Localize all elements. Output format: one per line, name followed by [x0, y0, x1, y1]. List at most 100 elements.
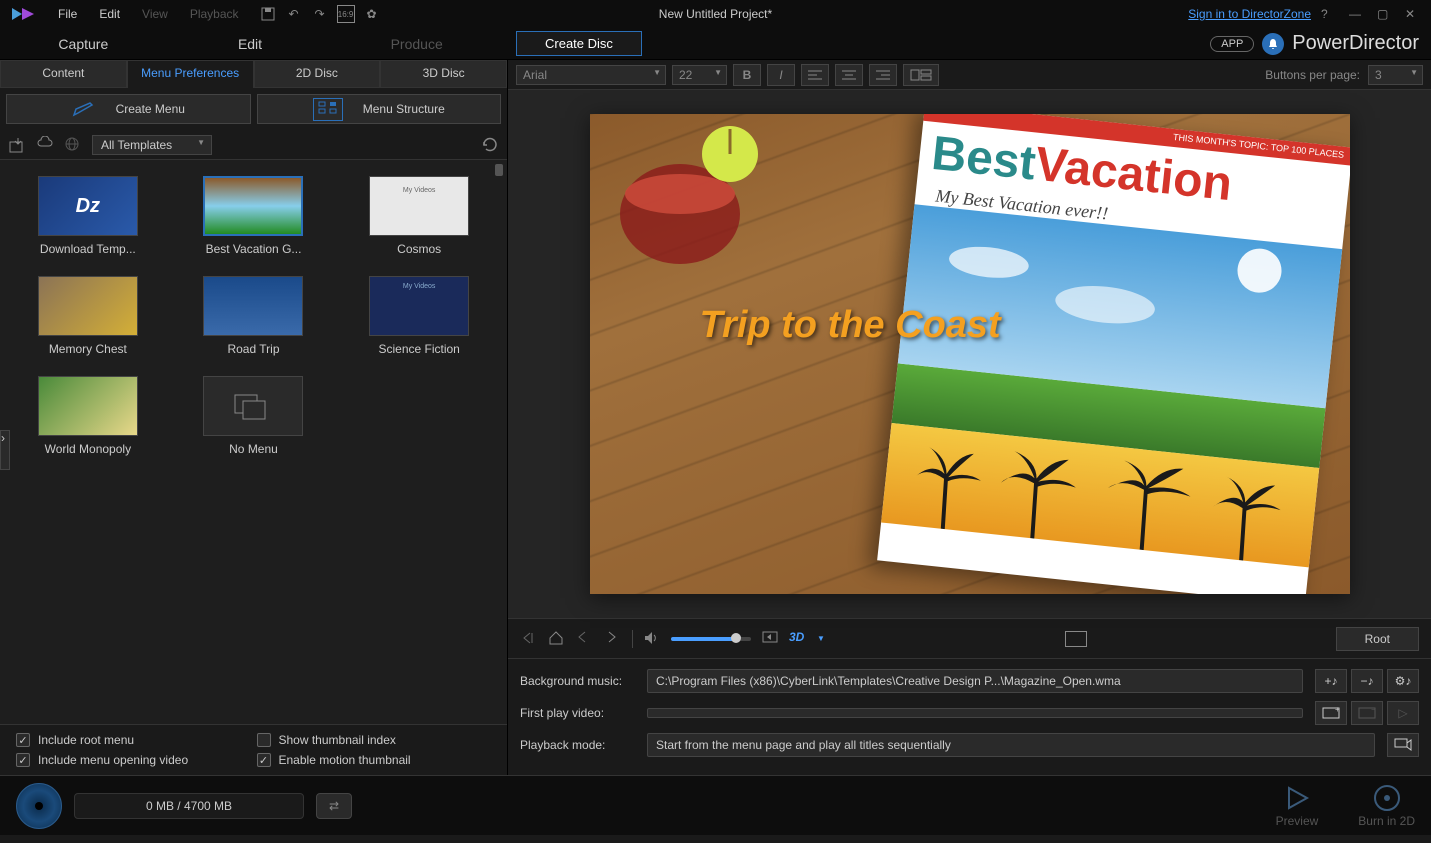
preview-canvas[interactable]: THIS MONTH'S TOPIC: TOP 100 PLACES BestV… [590, 114, 1350, 594]
template-label: Science Fiction [351, 342, 487, 356]
menu-structure-button[interactable]: Menu Structure [257, 94, 502, 124]
font-size-dropdown[interactable]: 22 [672, 65, 727, 85]
preview-title-text[interactable]: Trip to the Coast [700, 304, 1001, 347]
refresh-icon[interactable] [481, 136, 499, 154]
undo-icon[interactable]: ↶ [285, 5, 303, 23]
mode-row: Capture Edit Produce Create Disc APP Pow… [0, 28, 1431, 60]
play-icon [1283, 784, 1311, 812]
checkbox-motion-thumb[interactable] [257, 753, 271, 767]
signin-link[interactable]: Sign in to DirectorZone [1188, 7, 1311, 21]
template-item-roadtrip[interactable]: Road Trip [186, 276, 322, 356]
bold-button[interactable]: B [733, 64, 761, 86]
italic-button[interactable]: I [767, 64, 795, 86]
template-item-scifi[interactable]: My VideosScience Fiction [351, 276, 487, 356]
playback-mode-input[interactable]: Start from the menu page and play all ti… [647, 733, 1375, 757]
svg-text:+: + [1335, 707, 1340, 714]
template-item-vacation[interactable]: Best Vacation G... [186, 176, 322, 256]
menu-playback: Playback [180, 3, 249, 25]
cloud-icon[interactable] [36, 136, 54, 154]
save-icon[interactable] [259, 5, 277, 23]
disc-size-progress: 0 MB / 4700 MB [74, 793, 304, 819]
create-menu-button[interactable]: Create Menu [6, 94, 251, 124]
brand-name: PowerDirector [1292, 32, 1419, 55]
burn-disc-icon [1373, 784, 1401, 812]
playback-mode-button[interactable] [1387, 733, 1419, 757]
preview-area: THIS MONTH'S TOPIC: TOP 100 PLACES BestV… [508, 90, 1431, 618]
root-button[interactable]: Root [1336, 627, 1419, 651]
nav-back-icon[interactable] [520, 630, 538, 648]
menu-file[interactable]: File [48, 3, 87, 25]
swap-button[interactable]: ⇄ [316, 793, 352, 819]
checkbox-root-menu[interactable] [16, 733, 30, 747]
template-label: Memory Chest [20, 342, 156, 356]
music-settings-button[interactable]: ⚙♪ [1387, 669, 1419, 693]
minimize-icon[interactable]: — [1349, 7, 1367, 21]
prev-icon[interactable] [576, 630, 594, 648]
menu-edit[interactable]: Edit [89, 3, 130, 25]
template-item-monopoly[interactable]: World Monopoly [20, 376, 156, 456]
checkbox-opening-video[interactable] [16, 753, 30, 767]
align-center-button[interactable] [835, 64, 863, 86]
template-filter-dropdown[interactable]: All Templates [92, 135, 212, 155]
settings-gear-icon[interactable]: ✿ [363, 5, 381, 23]
sub-tab-3d-disc[interactable]: 3D Disc [380, 60, 507, 88]
pencil-icon [72, 101, 96, 117]
3d-toggle-icon[interactable]: 3D [789, 630, 807, 648]
notification-bell-icon[interactable] [1262, 33, 1284, 55]
loop-icon[interactable] [761, 630, 779, 648]
close-icon[interactable]: ✕ [1405, 7, 1423, 21]
mode-tab-capture[interactable]: Capture [0, 30, 167, 58]
align-right-button[interactable] [869, 64, 897, 86]
align-left-button[interactable] [801, 64, 829, 86]
disc-icon[interactable] [16, 783, 62, 829]
home-icon[interactable] [548, 630, 566, 648]
template-item-nomenu[interactable]: No Menu [186, 376, 322, 456]
redo-icon[interactable]: ↷ [311, 5, 329, 23]
buttons-per-page-dropdown[interactable]: 3 [1368, 65, 1423, 85]
aspect-ratio-icon[interactable]: 16:9 [337, 5, 355, 23]
playback-mode-label: Playback mode: [520, 738, 635, 752]
template-item-dz[interactable]: DzDownload Temp... [20, 176, 156, 256]
structure-icon [313, 98, 343, 121]
label-opening-video: Include menu opening video [38, 753, 188, 767]
display-mode-icon[interactable] [1065, 631, 1087, 647]
mode-tab-produce: Produce [333, 30, 500, 58]
next-icon[interactable] [604, 630, 622, 648]
checkbox-thumb-index[interactable] [257, 733, 271, 747]
scrollbar[interactable] [495, 160, 505, 724]
create-disc-button[interactable]: Create Disc [516, 31, 642, 56]
first-play-input[interactable] [647, 708, 1303, 718]
drink-glass-graphic [610, 124, 770, 284]
label-motion-thumb: Enable motion thumbnail [279, 753, 411, 767]
bg-music-input[interactable]: C:\Program Files (x86)\CyberLink\Templat… [647, 669, 1303, 693]
sub-tab-2d-disc[interactable]: 2D Disc [254, 60, 381, 88]
template-item-cosmos[interactable]: My VideosCosmos [351, 176, 487, 256]
font-dropdown[interactable]: Arial [516, 65, 666, 85]
mode-tab-edit[interactable]: Edit [167, 30, 334, 58]
template-label: Cosmos [351, 242, 487, 256]
burn-button[interactable]: Burn in 2D [1358, 784, 1415, 828]
import-icon[interactable] [8, 136, 26, 154]
playback-bar: 3D ▼ Root [508, 618, 1431, 658]
volume-icon[interactable] [643, 630, 661, 648]
help-icon[interactable]: ? [1321, 7, 1339, 21]
preview-button[interactable]: Preview [1276, 784, 1319, 828]
remove-video-button: − [1351, 701, 1383, 725]
maximize-icon[interactable]: ▢ [1377, 7, 1395, 21]
remove-music-button[interactable]: −♪ [1351, 669, 1383, 693]
template-label: Download Temp... [20, 242, 156, 256]
template-item-memory[interactable]: Memory Chest [20, 276, 156, 356]
template-label: Road Trip [186, 342, 322, 356]
layout-button[interactable] [903, 64, 939, 86]
add-music-button[interactable]: +♪ [1315, 669, 1347, 693]
menu-view: View [132, 3, 178, 25]
template-grid: DzDownload Temp... Best Vacation G... My V… [0, 160, 507, 724]
sub-tab-content[interactable]: Content [0, 60, 127, 88]
template-label: No Menu [186, 442, 322, 456]
add-video-button[interactable]: + [1315, 701, 1347, 725]
volume-slider[interactable] [671, 637, 751, 641]
app-pill[interactable]: APP [1210, 36, 1254, 52]
globe-icon[interactable] [64, 136, 82, 154]
text-toolbar: Arial 22 B I Buttons per page: 3 [508, 60, 1431, 90]
sub-tab-menu-prefs[interactable]: Menu Preferences [127, 60, 254, 88]
